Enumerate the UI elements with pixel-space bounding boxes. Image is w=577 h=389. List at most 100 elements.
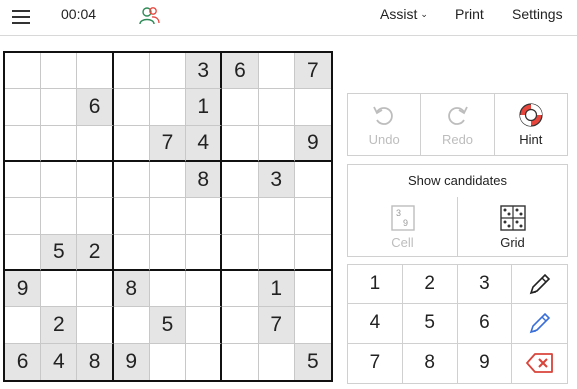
sudoku-cell[interactable] <box>113 125 150 162</box>
keypad-digit[interactable]: 9 <box>458 343 513 383</box>
sudoku-cell[interactable] <box>41 89 78 126</box>
sudoku-cell[interactable]: 5 <box>149 307 187 344</box>
sudoku-cell[interactable] <box>5 307 42 344</box>
hint-button[interactable]: Hint <box>493 94 567 155</box>
sudoku-cell[interactable] <box>113 307 150 344</box>
sudoku-cell[interactable] <box>258 234 295 271</box>
sudoku-cell[interactable] <box>149 270 187 308</box>
sudoku-cell[interactable] <box>149 53 187 90</box>
sudoku-cell[interactable]: 3 <box>258 161 295 199</box>
sudoku-cell[interactable] <box>41 125 78 162</box>
sudoku-cell[interactable] <box>5 161 42 199</box>
sudoku-cell[interactable]: 2 <box>41 307 78 344</box>
sudoku-cell[interactable]: 4 <box>41 343 78 380</box>
sudoku-cell[interactable] <box>113 234 150 271</box>
redo-button[interactable]: Redo <box>420 94 493 155</box>
sudoku-cell[interactable] <box>41 161 78 199</box>
sudoku-cell[interactable]: 5 <box>294 343 331 380</box>
sudoku-cell[interactable] <box>5 89 42 126</box>
sudoku-cell[interactable]: 8 <box>77 343 114 380</box>
sudoku-cell[interactable] <box>294 198 331 235</box>
sudoku-cell[interactable] <box>77 270 114 308</box>
sudoku-cell[interactable]: 4 <box>186 125 223 162</box>
pencil-candidate-button[interactable] <box>512 304 567 344</box>
assist-menu[interactable]: Assist ⌄ <box>380 6 428 22</box>
sudoku-cell[interactable]: 6 <box>5 343 42 380</box>
erase-button[interactable] <box>512 344 567 383</box>
keypad-digit[interactable]: 5 <box>402 304 458 344</box>
sudoku-cell[interactable]: 2 <box>77 234 114 271</box>
sudoku-cell[interactable] <box>222 125 259 162</box>
sudoku-cell[interactable] <box>294 162 331 199</box>
sudoku-cell[interactable] <box>149 198 187 235</box>
candidates-grid-button[interactable]: Grid <box>457 197 567 257</box>
undo-button[interactable]: Undo <box>348 94 420 155</box>
sudoku-cell[interactable] <box>294 235 331 271</box>
sudoku-cell[interactable] <box>222 161 259 199</box>
sudoku-cell[interactable] <box>258 53 295 90</box>
sudoku-cell[interactable] <box>186 198 223 235</box>
keypad-digit[interactable]: 2 <box>402 265 458 305</box>
sudoku-cell[interactable]: 9 <box>113 343 150 380</box>
keypad-digit[interactable]: 3 <box>457 265 513 305</box>
users-icon[interactable] <box>139 6 161 31</box>
keypad-digit[interactable]: 8 <box>403 343 458 383</box>
sudoku-cell[interactable] <box>41 270 78 308</box>
sudoku-cell[interactable] <box>5 125 42 162</box>
sudoku-cell[interactable] <box>77 161 114 199</box>
sudoku-cell[interactable] <box>113 198 150 235</box>
keypad-digit[interactable]: 1 <box>348 265 403 305</box>
sudoku-cell[interactable]: 1 <box>186 89 223 126</box>
sudoku-cell[interactable] <box>259 343 295 380</box>
sudoku-cell[interactable] <box>294 307 331 344</box>
sudoku-cell[interactable] <box>222 89 259 126</box>
sudoku-cell[interactable]: 5 <box>41 234 78 271</box>
sudoku-cell[interactable] <box>41 198 78 235</box>
sudoku-cell[interactable] <box>222 270 259 308</box>
sudoku-cell[interactable] <box>113 53 150 90</box>
sudoku-cell[interactable]: 8 <box>113 270 150 308</box>
sudoku-cell[interactable]: 6 <box>222 53 259 90</box>
sudoku-cell[interactable]: 8 <box>186 161 223 199</box>
sudoku-cell[interactable] <box>5 234 42 271</box>
candidates-cell-button[interactable]: 3 9 Cell <box>348 197 457 257</box>
keypad-digit[interactable]: 4 <box>348 304 403 344</box>
sudoku-cell[interactable]: 3 <box>186 53 223 90</box>
sudoku-cell[interactable] <box>294 89 331 126</box>
sudoku-cell[interactable] <box>258 125 295 162</box>
sudoku-cell[interactable] <box>222 307 259 344</box>
sudoku-cell[interactable] <box>5 198 42 235</box>
menu-icon[interactable] <box>12 7 30 25</box>
sudoku-cell[interactable] <box>222 343 259 380</box>
sudoku-cell[interactable] <box>77 198 114 235</box>
sudoku-cell[interactable] <box>222 234 259 271</box>
keypad-digit[interactable]: 7 <box>348 343 403 383</box>
sudoku-cell[interactable] <box>222 198 259 235</box>
sudoku-cell[interactable] <box>113 89 150 126</box>
keypad-digit[interactable]: 6 <box>457 304 513 344</box>
sudoku-cell[interactable] <box>258 198 295 235</box>
sudoku-cell[interactable] <box>41 53 78 90</box>
sudoku-cell[interactable]: 9 <box>5 270 42 308</box>
sudoku-cell[interactable] <box>77 53 114 90</box>
print-button[interactable]: Print <box>455 6 484 22</box>
sudoku-cell[interactable] <box>186 234 223 271</box>
sudoku-cell[interactable]: 7 <box>149 125 187 162</box>
sudoku-cell[interactable] <box>77 125 114 162</box>
sudoku-cell[interactable]: 9 <box>294 125 331 162</box>
sudoku-cell[interactable] <box>186 307 223 344</box>
sudoku-cell[interactable] <box>258 89 295 126</box>
sudoku-cell[interactable] <box>5 53 42 90</box>
pencil-button[interactable] <box>512 265 567 305</box>
sudoku-cell[interactable] <box>186 343 223 380</box>
sudoku-cell[interactable]: 7 <box>294 53 331 90</box>
sudoku-cell[interactable] <box>150 343 187 380</box>
sudoku-cell[interactable]: 6 <box>77 89 114 126</box>
sudoku-cell[interactable] <box>149 89 187 126</box>
sudoku-cell[interactable] <box>149 161 187 199</box>
sudoku-cell[interactable] <box>294 271 331 308</box>
sudoku-cell[interactable] <box>77 307 114 344</box>
sudoku-cell[interactable] <box>113 161 150 199</box>
sudoku-cell[interactable] <box>149 234 187 271</box>
sudoku-cell[interactable]: 7 <box>258 307 295 344</box>
